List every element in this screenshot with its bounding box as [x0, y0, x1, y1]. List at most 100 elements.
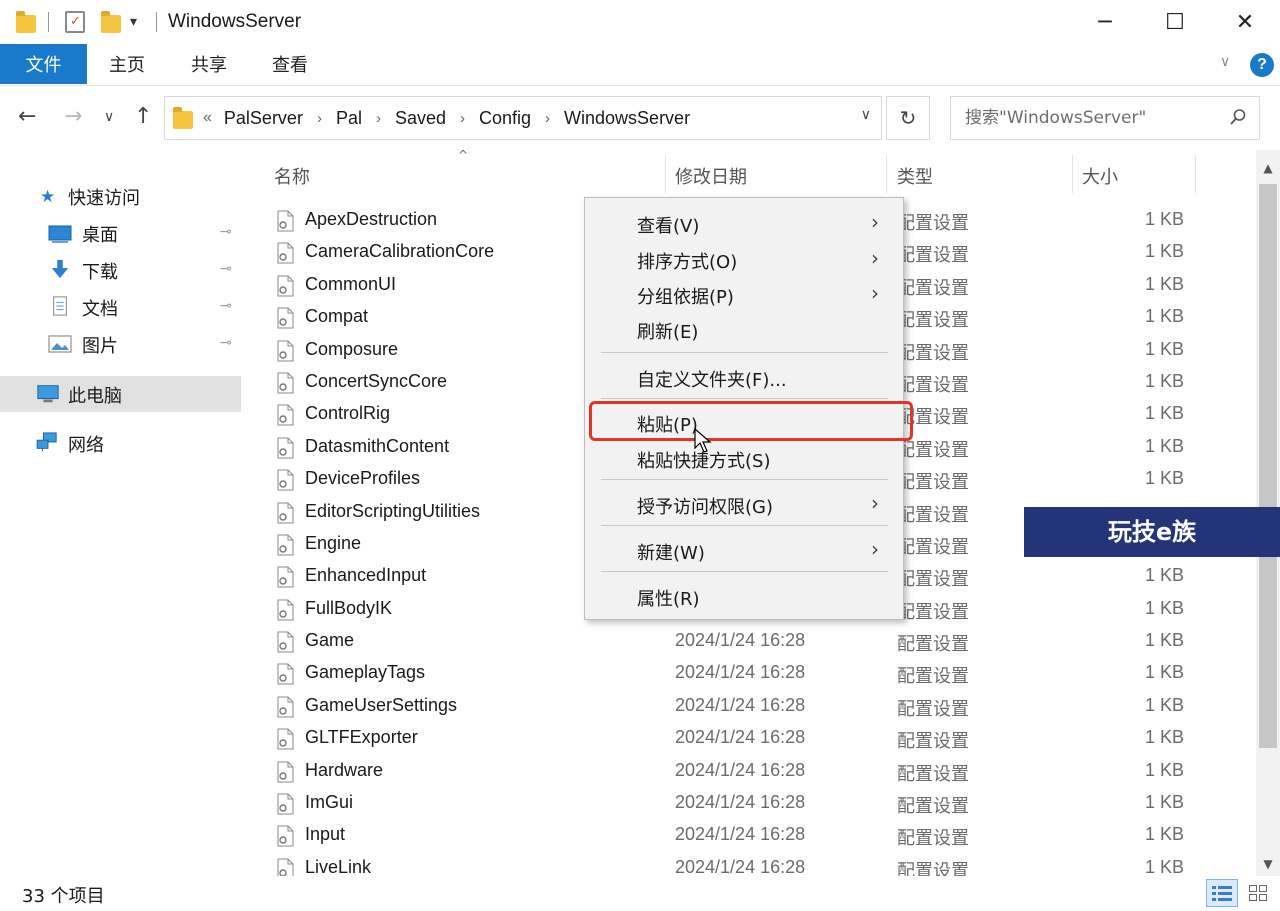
address-bar[interactable]: « PalServer › Pal › Saved › Config › Win…: [164, 96, 882, 140]
file-name[interactable]: ImGui: [305, 792, 353, 813]
file-name[interactable]: EditorScriptingUtilities: [305, 501, 480, 522]
back-button[interactable]: ←: [18, 104, 36, 130]
new-folder-icon[interactable]: [101, 11, 121, 33]
minimize-button[interactable]: ─: [1070, 0, 1140, 44]
details-view-icon[interactable]: [1206, 879, 1238, 907]
file-row[interactable]: ImGui 2024/1/24 16:28 配置设置 1 KB: [262, 787, 1252, 819]
breadcrumb-pal[interactable]: Pal: [336, 108, 362, 129]
breadcrumb-config[interactable]: Config: [479, 108, 531, 129]
close-button[interactable]: ✕: [1210, 0, 1280, 44]
file-name[interactable]: Composure: [305, 339, 398, 360]
refresh-button[interactable]: ↻: [886, 96, 930, 140]
breadcrumb-windowsserver[interactable]: WindowsServer: [564, 108, 690, 129]
file-row[interactable]: GameplayTags 2024/1/24 16:28 配置设置 1 KB: [262, 657, 1252, 689]
column-divider[interactable]: [665, 155, 666, 193]
pin-icon[interactable]: ⊸: [220, 261, 232, 277]
file-name[interactable]: DatasmithContent: [305, 436, 449, 457]
large-icons-view-icon[interactable]: [1242, 879, 1274, 907]
file-name[interactable]: Hardware: [305, 760, 383, 781]
sidebar-item-quick-access[interactable]: ★ 快速访问: [0, 178, 241, 214]
column-header-name[interactable]: 名称: [274, 163, 310, 189]
tab-share[interactable]: 共享: [174, 44, 244, 84]
forward-button[interactable]: →: [64, 104, 82, 130]
file-name[interactable]: GLTFExporter: [305, 727, 418, 748]
breadcrumb-separator-icon[interactable]: ›: [376, 110, 381, 127]
context-menu-label: 刷新(E): [637, 322, 699, 343]
file-name[interactable]: CommonUI: [305, 274, 396, 295]
column-divider[interactable]: [1195, 155, 1196, 193]
file-size: 1 KB: [1144, 727, 1184, 748]
config-file-icon: [277, 275, 294, 297]
tab-home[interactable]: 主页: [92, 44, 162, 84]
sidebar-item-this-pc[interactable]: 此电脑: [0, 376, 241, 412]
file-name[interactable]: GameUserSettings: [305, 695, 457, 716]
column-header-type[interactable]: 类型: [897, 163, 933, 189]
maximize-button[interactable]: ☐: [1140, 0, 1210, 44]
scroll-up-arrow-icon[interactable]: ▲: [1256, 156, 1280, 180]
sidebar-item-network[interactable]: 网络: [0, 425, 241, 461]
file-name[interactable]: Compat: [305, 306, 368, 327]
help-icon[interactable]: ?: [1250, 53, 1274, 77]
file-name[interactable]: Input: [305, 824, 345, 845]
tab-file[interactable]: 文件: [0, 44, 87, 84]
sidebar-item-downloads[interactable]: 下载 ⊸: [0, 252, 241, 288]
context-menu-item-g[interactable]: 授予访问权限(G) ›: [585, 487, 903, 521]
column-divider[interactable]: [886, 155, 887, 193]
file-row[interactable]: Game 2024/1/24 16:28 配置设置 1 KB: [262, 625, 1252, 657]
tab-view[interactable]: 查看: [255, 44, 325, 84]
context-menu-item-e[interactable]: 刷新(E): [585, 312, 903, 346]
breadcrumb-palserver[interactable]: PalServer: [224, 108, 303, 129]
expand-ribbon-icon[interactable]: ∨: [1220, 54, 1230, 70]
customize-quick-access-button[interactable]: ▾: [130, 10, 137, 34]
breadcrumb-saved[interactable]: Saved: [395, 108, 446, 129]
config-file-icon: [277, 631, 294, 653]
context-menu-item-p[interactable]: 分组依据(P) ›: [585, 277, 903, 311]
breadcrumb-separator-icon[interactable]: ›: [460, 110, 465, 127]
breadcrumb-separator-icon[interactable]: ›: [545, 110, 550, 127]
file-name[interactable]: DeviceProfiles: [305, 468, 420, 489]
file-size: 1 KB: [1144, 370, 1184, 391]
file-row[interactable]: Input 2024/1/24 16:28 配置设置 1 KB: [262, 819, 1252, 851]
pin-icon[interactable]: ⊸: [220, 298, 232, 314]
properties-icon[interactable]: ✓: [65, 11, 85, 33]
file-name[interactable]: Engine: [305, 533, 361, 554]
watermark-logo: 玩技e族: [1024, 507, 1280, 557]
sidebar-item-pictures[interactable]: 图片 ⊸: [0, 326, 241, 362]
sidebar-item-desktop[interactable]: 桌面 ⊸: [0, 215, 241, 251]
recent-locations-button[interactable]: ∨: [104, 104, 114, 130]
scrollbar-thumb[interactable]: [1259, 184, 1277, 748]
context-menu-item-f[interactable]: 自定义文件夹(F)...: [585, 360, 903, 394]
pin-icon[interactable]: ⊸: [220, 224, 232, 240]
sidebar-item-documents[interactable]: 文档 ⊸: [0, 289, 241, 325]
breadcrumb-overflow[interactable]: «: [203, 109, 212, 127]
context-menu-item-w[interactable]: 新建(W) ›: [585, 533, 903, 567]
search-icon[interactable]: [1229, 108, 1247, 126]
context-menu-label: 属性(R): [637, 589, 700, 610]
breadcrumb-separator-icon[interactable]: ›: [317, 110, 322, 127]
file-name[interactable]: GameplayTags: [305, 662, 425, 683]
file-name[interactable]: FullBodyIK: [305, 598, 392, 619]
file-name[interactable]: ControlRig: [305, 403, 390, 424]
column-header-size[interactable]: 大小: [1082, 163, 1118, 189]
file-name[interactable]: LiveLink: [305, 857, 371, 878]
scroll-down-arrow-icon[interactable]: ▼: [1256, 852, 1280, 876]
file-name[interactable]: ApexDestruction: [305, 209, 437, 230]
file-name[interactable]: Game: [305, 630, 354, 651]
context-menu-item-r[interactable]: 属性(R): [585, 579, 903, 613]
file-name[interactable]: ConcertSyncCore: [305, 371, 447, 392]
file-row[interactable]: GLTFExporter 2024/1/24 16:28 配置设置 1 KB: [262, 722, 1252, 754]
context-menu-item-o[interactable]: 排序方式(O) ›: [585, 242, 903, 276]
context-menu-item-v[interactable]: 查看(V) ›: [585, 206, 903, 240]
address-dropdown-icon[interactable]: ∨: [861, 107, 871, 123]
search-input[interactable]: [951, 97, 1221, 139]
column-header-date[interactable]: 修改日期: [675, 163, 747, 189]
file-name[interactable]: CameraCalibrationCore: [305, 241, 494, 262]
file-row[interactable]: GameUserSettings 2024/1/24 16:28 配置设置 1 KB: [262, 690, 1252, 722]
file-name[interactable]: EnhancedInput: [305, 565, 426, 586]
context-menu-item-s[interactable]: 粘贴快捷方式(S): [585, 441, 903, 475]
file-type: 配置设置: [897, 472, 969, 494]
file-row[interactable]: Hardware 2024/1/24 16:28 配置设置 1 KB: [262, 755, 1252, 787]
up-button[interactable]: ↑: [134, 104, 152, 130]
pin-icon[interactable]: ⊸: [220, 335, 232, 351]
column-divider[interactable]: [1072, 155, 1073, 193]
